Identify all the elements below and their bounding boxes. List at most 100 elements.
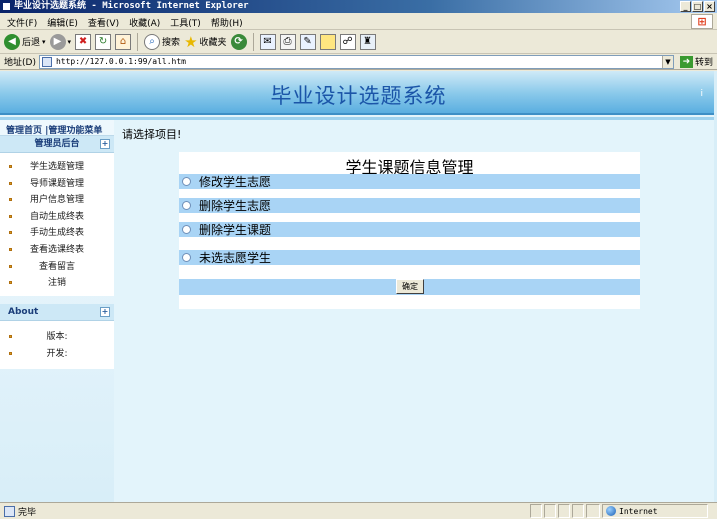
status-cell: [558, 504, 570, 518]
bullet-icon: [9, 247, 12, 251]
refresh-icon[interactable]: ↻: [95, 33, 112, 50]
sidebar-item-messages[interactable]: 查看留言: [0, 259, 114, 276]
windows-logo-icon: ⊞: [691, 14, 713, 29]
banner-mark: i: [700, 89, 703, 99]
research-icon[interactable]: ♜: [359, 33, 376, 50]
sidebar-item-manual-final[interactable]: 手动生成终表: [0, 225, 114, 242]
page-viewport: 毕业设计选题系统 i 管理首页 |管理功能菜单 管理员后台 + 学生选题管理 导…: [0, 71, 717, 502]
sidebar-item-advisor-topics[interactable]: 导师课题管理: [0, 176, 114, 193]
globe-icon: [606, 506, 616, 516]
address-bar: 地址(D) http://127.0.0.1:99/all.htm ▼ ➜ 转到: [0, 54, 717, 70]
option-delete-preference[interactable]: 删除学生志愿: [179, 198, 640, 213]
sidebar-item-student-topics[interactable]: 学生选题管理: [0, 159, 114, 176]
security-zone: Internet: [602, 504, 708, 518]
site-banner: 毕业设计选题系统 i: [0, 71, 717, 115]
title-bar: 毕业设计选题系统 - Microsoft Internet Explorer _…: [0, 0, 717, 13]
back-arrow-icon: ◀: [4, 33, 20, 50]
sidebar: 管理首页 |管理功能菜单 管理员后台 + 学生选题管理 导师课题管理 用户信息管…: [0, 120, 114, 502]
forward-button[interactable]: ▶ ▾: [49, 32, 72, 52]
zone-label: Internet: [619, 506, 658, 516]
option-modify-preference[interactable]: 修改学生志愿: [179, 174, 640, 189]
confirm-button[interactable]: 确定: [396, 279, 424, 294]
option-label: 修改学生志愿: [199, 175, 272, 189]
star-icon: ★: [184, 32, 198, 51]
about-item-developer: 开发:: [0, 346, 114, 363]
radio-button[interactable]: [182, 201, 191, 210]
bullet-icon: [9, 231, 12, 235]
option-label: 未选志愿学生: [199, 251, 272, 265]
bullet-icon: [9, 334, 12, 338]
forward-arrow-icon: ▶: [49, 33, 66, 50]
mail-icon[interactable]: ✉: [259, 33, 276, 50]
about-menu: 版本: 开发:: [0, 320, 114, 369]
home-icon[interactable]: ⌂: [115, 33, 132, 50]
page-icon: [4, 505, 15, 517]
chevron-down-icon: ▾: [42, 37, 46, 46]
bullet-icon: [9, 181, 12, 185]
maximize-button[interactable]: □: [692, 1, 703, 12]
favorites-label: 收藏夹: [199, 38, 227, 48]
sidebar-item-auto-final[interactable]: 自动生成终表: [0, 209, 114, 226]
page-icon: [41, 56, 52, 67]
status-text: 完毕: [18, 507, 37, 518]
address-label: 地址(D): [4, 58, 36, 68]
messenger-icon[interactable]: ☍: [339, 33, 356, 50]
option-delete-topic[interactable]: 删除学生课题: [179, 222, 640, 237]
address-dropdown-icon[interactable]: ▼: [661, 55, 673, 68]
window-title: 毕业设计选题系统 - Microsoft Internet Explorer: [14, 1, 249, 11]
radio-button[interactable]: [182, 225, 191, 234]
submit-row: 确定: [179, 279, 640, 295]
back-label: 后退: [22, 38, 41, 48]
address-input[interactable]: http://127.0.0.1:99/all.htm ▼: [38, 54, 674, 69]
status-cell: [544, 504, 556, 518]
admin-menu: 学生选题管理 导师课题管理 用户信息管理 自动生成终表 手动生成终表 查看选课终…: [0, 153, 114, 296]
status-bar: 完毕 Internet: [0, 502, 717, 519]
go-button[interactable]: ➜ 转到: [679, 55, 713, 68]
minimize-button[interactable]: _: [680, 1, 691, 12]
media-icon[interactable]: ⟳: [230, 33, 247, 50]
search-label: 搜索: [162, 38, 181, 48]
toolbar-separator: [252, 32, 254, 51]
toolbar: ◀ 后退 ▾ ▶ ▾ ✖ ↻ ⌂ ⌕ 搜索 ★ 收藏夹 ⟳ ✉ ⎙ ✎ ☍ ♜: [0, 30, 717, 54]
bullet-icon: [9, 214, 12, 218]
back-button[interactable]: ◀ 后退 ▾: [4, 32, 46, 52]
sidebar-item-logout[interactable]: 注销: [0, 275, 114, 292]
status-cell: [586, 504, 600, 518]
radio-button[interactable]: [182, 177, 191, 186]
sidebar-item-view-final[interactable]: 查看选课终表: [0, 242, 114, 259]
discuss-icon[interactable]: [319, 33, 336, 50]
option-unselected-students[interactable]: 未选志愿学生: [179, 250, 640, 265]
option-label: 删除学生志愿: [199, 199, 272, 213]
chevron-down-icon: ▾: [67, 37, 72, 46]
sidebar-section-about[interactable]: About +: [0, 303, 114, 321]
sidebar-top-nav[interactable]: 管理首页 |管理功能菜单: [0, 120, 114, 136]
status-cell: [530, 504, 542, 518]
bullet-icon: [9, 264, 12, 268]
stop-icon[interactable]: ✖: [75, 33, 92, 50]
toolbar-separator: [137, 32, 139, 51]
expand-icon[interactable]: +: [100, 306, 110, 317]
option-label: 删除学生课题: [199, 223, 272, 237]
search-icon: ⌕: [144, 33, 161, 50]
print-icon[interactable]: ⎙: [279, 33, 296, 50]
sidebar-section-about-label: About: [8, 306, 39, 317]
sidebar-item-user-info[interactable]: 用户信息管理: [0, 192, 114, 209]
edit-icon[interactable]: ✎: [299, 33, 316, 50]
radio-button[interactable]: [182, 253, 191, 262]
address-url: http://127.0.0.1:99/all.htm: [55, 57, 186, 66]
go-arrow-icon: ➜: [679, 55, 693, 68]
favorites-button[interactable]: ★ 收藏夹: [184, 32, 226, 52]
menu-bar: 文件(F) 编辑(E) 查看(V) 收藏(A) 工具(T) 帮助(H) ⊞: [0, 13, 717, 30]
search-button[interactable]: ⌕ 搜索: [144, 32, 180, 52]
bullet-icon: [9, 165, 12, 168]
sidebar-section-admin[interactable]: 管理员后台 +: [0, 136, 114, 153]
window-controls: _ □ ×: [680, 1, 715, 12]
close-button[interactable]: ×: [704, 1, 715, 12]
about-item-version: 版本:: [0, 329, 114, 346]
expand-icon[interactable]: +: [100, 139, 110, 149]
ie-icon: [2, 2, 11, 11]
go-label: 转到: [694, 58, 713, 68]
bullet-icon: [9, 198, 12, 202]
topic-management-panel: 学生课题信息管理 修改学生志愿 删除学生志愿 删除学生课题 未选志愿学生 确定: [179, 152, 640, 309]
